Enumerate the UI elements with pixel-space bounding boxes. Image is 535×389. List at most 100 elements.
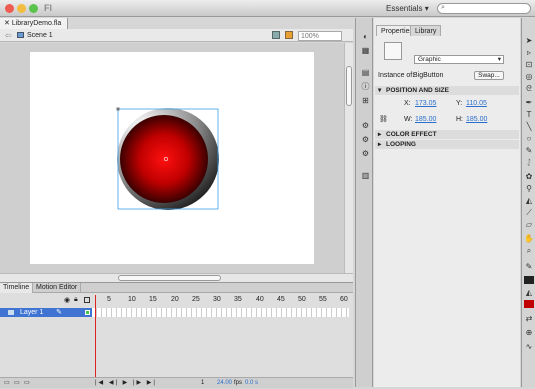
layer-frames[interactable] [92, 308, 349, 317]
swap-button[interactable]: Swap... [474, 71, 504, 80]
layer-row[interactable]: Layer 1 ✎ [0, 308, 92, 317]
pasteboard [0, 43, 344, 273]
fill-color-icon[interactable]: ◭ [524, 288, 534, 298]
selection-tool-icon[interactable]: ➤ [524, 36, 534, 46]
frame-counter: 1 [201, 380, 205, 386]
symbol-type-select[interactable]: Graphic ▾ [414, 55, 504, 64]
align-panel-icon[interactable]: ▤ [360, 68, 371, 78]
lock-icon[interactable]: 🔒︎ [74, 296, 78, 304]
eraser-tool-icon[interactable]: ▱ [524, 220, 534, 230]
text-tool-icon[interactable]: T [524, 110, 534, 120]
tab-library[interactable]: Library [410, 25, 442, 36]
pencil-tool-icon[interactable]: ✎ [524, 146, 534, 156]
position-size-section[interactable]: ▾ POSITION AND SIZE [375, 86, 519, 95]
color-panel-icon[interactable]: ◐ [360, 32, 371, 42]
frame-number: 20 [171, 296, 179, 303]
oval-tool-icon[interactable]: ○ [524, 134, 534, 144]
components-icon[interactable]: ⚙ [360, 135, 371, 145]
timeline-tabs: Timeline Motion Editor [0, 283, 353, 293]
x-label: X: [404, 100, 411, 107]
history-panel-icon[interactable]: ▥ [360, 171, 371, 181]
vertical-scroll-thumb[interactable] [346, 66, 352, 106]
lasso-tool-icon[interactable]: ᘓ [524, 84, 534, 94]
playhead[interactable] [95, 295, 96, 388]
collapse-triangle-icon: ▾ [378, 87, 382, 94]
code-snippets-icon[interactable]: ⚙ [360, 121, 371, 131]
eye-icon[interactable]: ◉ [64, 296, 70, 304]
close-window-button[interactable] [5, 4, 14, 13]
zoom-select[interactable]: 100% [298, 31, 342, 41]
color-section-label: COLOR EFFECT [386, 131, 437, 138]
minimize-window-button[interactable] [17, 4, 26, 13]
tab-motion-editor[interactable]: Motion Editor [33, 283, 82, 293]
x-field[interactable]: 173.05 [415, 100, 436, 107]
frame-number: 50 [298, 296, 306, 303]
symbol-type-value: Graphic [418, 56, 441, 63]
edit-symbol-icon[interactable] [285, 31, 293, 39]
y-label: Y: [456, 100, 463, 107]
back-arrow-icon[interactable]: ⇦ [5, 31, 12, 40]
snap-to-objects-icon[interactable]: ⊕ [524, 328, 534, 338]
width-field[interactable]: 185.00 [415, 116, 436, 123]
frame-number: 55 [319, 296, 327, 303]
paint-bucket-tool-icon[interactable]: ◭ [524, 196, 534, 206]
delete-layer-icon[interactable]: ▭ [24, 378, 30, 389]
horizontal-scroll-thumb[interactable] [118, 275, 221, 281]
swap-colors-icon[interactable]: ⇄ [524, 314, 534, 324]
deco-tool-icon[interactable]: ✿ [524, 172, 534, 182]
motion-presets-icon[interactable]: ⚙ [360, 149, 371, 159]
frame-number: 40 [256, 296, 264, 303]
info-panel-icon[interactable]: ⓘ [360, 82, 371, 92]
color-effect-section[interactable]: ▸ COLOR EFFECT [375, 130, 519, 139]
eyedropper-tool-icon[interactable]: ⟋ [524, 208, 534, 218]
height-field[interactable]: 185.00 [466, 116, 487, 123]
playback-controls[interactable]: |◀ ◀| ▶ |▶ ▶| [95, 378, 157, 389]
constrain-link-icon[interactable]: ⛓ [379, 115, 388, 123]
transform-panel-icon[interactable]: ⊞ [360, 96, 371, 106]
close-tab-icon[interactable]: ✕ [4, 20, 10, 27]
stage[interactable] [30, 52, 314, 264]
timeline-panel: Timeline Motion Editor ◉ 🔒︎ 5 10 15 20 2… [0, 282, 353, 389]
smooth-icon[interactable]: ∿ [524, 342, 534, 352]
looping-section[interactable]: ▸ LOOPING [375, 140, 519, 149]
y-field[interactable]: 110.05 [466, 100, 487, 107]
edit-bar: ⇦ Scene 1 100% [0, 29, 353, 42]
big-button-instance[interactable] [30, 52, 314, 264]
stroke-color-swatch[interactable] [524, 276, 534, 284]
frame-number: 10 [128, 296, 136, 303]
zoom-window-button[interactable] [29, 4, 38, 13]
3d-rotation-tool-icon[interactable]: ◎ [524, 72, 534, 82]
h-label: H: [456, 116, 463, 123]
brush-tool-icon[interactable]: ᛇ [524, 158, 534, 168]
line-tool-icon[interactable]: ╲ [524, 122, 534, 132]
instance-of-value: BigButton [413, 72, 444, 79]
frame-ruler[interactable]: 5 10 15 20 25 30 35 40 45 50 55 60 [92, 296, 350, 305]
fill-color-swatch[interactable] [524, 300, 534, 308]
search-field[interactable]: ⌕ [437, 3, 531, 14]
properties-panel: Properties Library Graphic ▾ Instance of… [374, 18, 520, 387]
workspace-menu[interactable]: Essentials ▾ [386, 4, 429, 13]
stage-vertical-scrollbar[interactable] [344, 43, 353, 273]
edit-scene-icon[interactable] [272, 31, 280, 39]
layer-color-swatch[interactable] [85, 310, 90, 315]
outline-icon[interactable] [84, 297, 90, 303]
stage-horizontal-scrollbar[interactable] [0, 273, 353, 282]
new-layer-icon[interactable]: ▭ [4, 378, 10, 389]
bone-tool-icon[interactable]: ⚲ [524, 184, 534, 194]
scene-breadcrumb[interactable]: Scene 1 [27, 32, 53, 39]
free-transform-tool-icon[interactable]: ⊡ [524, 60, 534, 70]
zoom-tool-icon[interactable]: ⌕ [524, 246, 534, 256]
expand-triangle-icon: ▸ [378, 141, 382, 148]
new-folder-icon[interactable]: ▭ [14, 378, 20, 389]
fps-value[interactable]: 24.00 [217, 378, 232, 389]
title-bar: Fl Essentials ▾ ⌕ [0, 0, 535, 17]
swatches-panel-icon[interactable]: ▦ [360, 46, 371, 56]
layer-name: Layer 1 [20, 309, 44, 316]
stroke-color-icon[interactable]: ✎ [524, 262, 534, 272]
subselection-tool-icon[interactable]: ▹ [524, 48, 534, 58]
document-tab[interactable]: ✕ LibraryDemo.fla [0, 18, 68, 29]
tab-timeline[interactable]: Timeline [0, 283, 34, 293]
layer-icon [8, 310, 14, 315]
pen-tool-icon[interactable]: ✒ [524, 98, 534, 108]
hand-tool-icon[interactable]: ✋ [524, 234, 534, 244]
